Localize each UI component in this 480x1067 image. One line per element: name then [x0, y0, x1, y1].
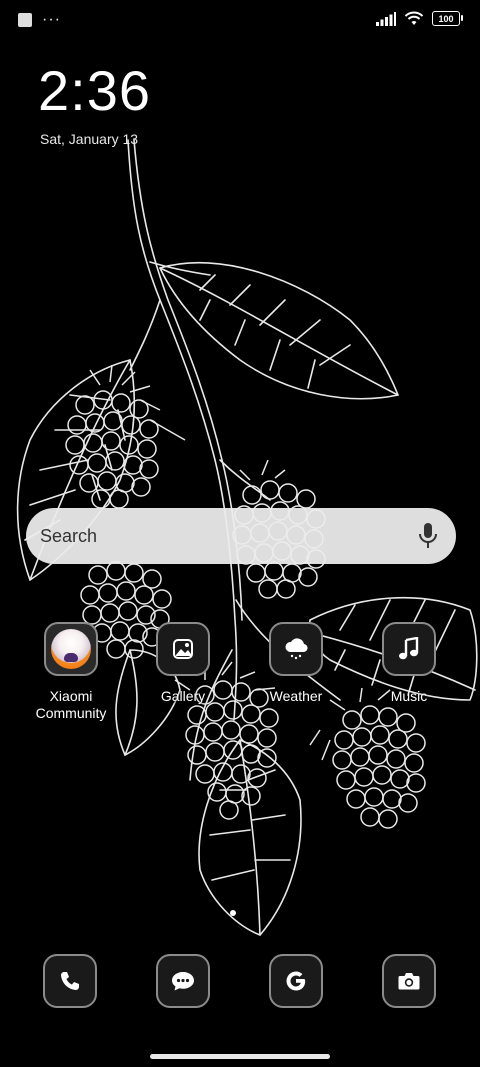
app-weather[interactable]: Weather — [241, 622, 351, 705]
xiaomi-community-icon[interactable] — [44, 622, 98, 676]
app-gallery[interactable]: Gallery — [128, 622, 238, 705]
app-music[interactable]: Music — [354, 622, 464, 705]
battery-level: 100 — [438, 13, 454, 24]
app-xiaomi-community[interactable]: Xiaomi Community — [16, 622, 126, 722]
page-indicator-dot — [230, 910, 236, 916]
status-bar-left: ··· — [18, 11, 61, 28]
more-dots-icon: ··· — [42, 11, 61, 28]
status-bar: ··· 100 — [0, 0, 480, 42]
camera-icon[interactable] — [382, 954, 436, 1008]
signal-icon — [376, 11, 396, 26]
app-label: Weather — [269, 688, 323, 704]
clock-date: Sat, January 13 — [40, 131, 139, 147]
app-label: Xiaomi Community — [35, 688, 107, 721]
wifi-icon — [404, 11, 424, 25]
home-indicator[interactable] — [150, 1054, 330, 1059]
google-icon[interactable] — [269, 954, 323, 1008]
clock-time: 2:36 — [38, 59, 151, 122]
gallery-icon[interactable] — [156, 622, 210, 676]
search-bar[interactable]: Search — [26, 508, 456, 564]
app-label: Gallery — [160, 688, 206, 704]
messages-icon[interactable] — [156, 954, 210, 1008]
notification-square-icon — [18, 13, 32, 27]
weather-icon[interactable] — [269, 622, 323, 676]
app-label: Music — [390, 688, 428, 704]
status-bar-right: 100 — [376, 11, 463, 26]
mic-icon[interactable] — [418, 522, 438, 550]
phone-icon[interactable] — [43, 954, 97, 1008]
battery-icon: 100 — [432, 11, 463, 26]
music-icon[interactable] — [382, 622, 436, 676]
search-placeholder: Search — [40, 526, 98, 546]
